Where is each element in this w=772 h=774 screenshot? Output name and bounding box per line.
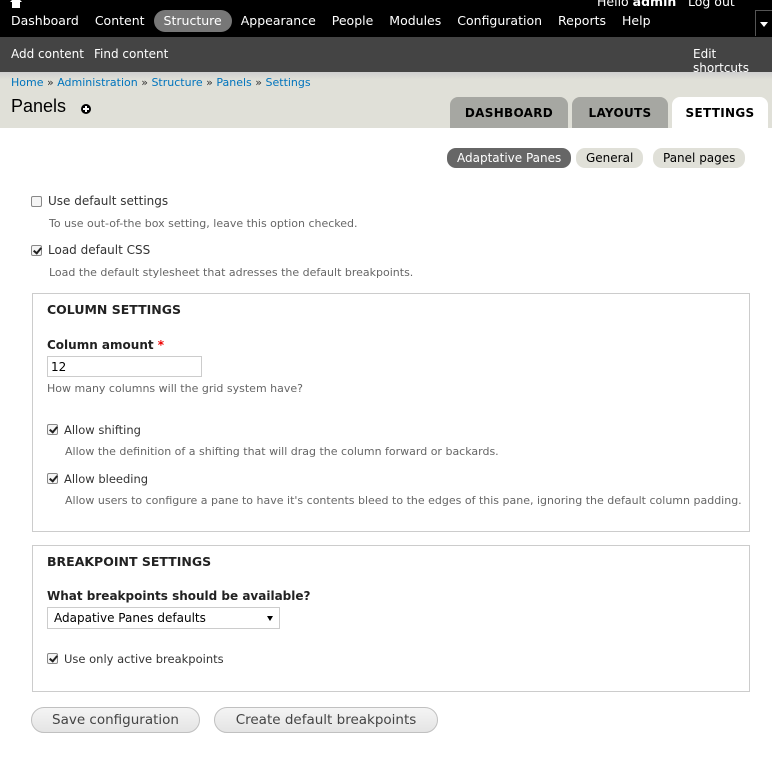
menu-item-appearance[interactable]: Appearance [233,10,324,32]
breakpoint-settings-legend: BREAKPOINT SETTINGS [47,554,212,569]
allow-shifting-label: Allow shifting [64,423,141,437]
logout-link[interactable]: Log out [688,0,735,9]
tab-layouts[interactable]: LAYOUTS [572,97,668,128]
breadcrumb-panels[interactable]: Panels [216,76,251,89]
breadcrumb-structure[interactable]: Structure [151,76,202,89]
breadcrumb-separator: » [46,76,54,89]
required-marker: * [157,338,165,352]
breadcrumb-settings[interactable]: Settings [266,76,311,89]
allow-bleeding-checkbox[interactable] [47,473,58,484]
home-icon[interactable] [10,0,22,8]
column-amount-label: Column amount * [47,338,164,352]
menu-item-modules[interactable]: Modules [381,10,449,32]
menu-item-structure[interactable]: Structure [153,10,232,32]
breadcrumb-separator: » [141,76,148,89]
subtab-panel-pages[interactable]: Panel pages [653,148,746,168]
menu-item-reports[interactable]: Reports [550,10,614,32]
column-amount-input[interactable] [47,356,202,377]
load-css-description: Load the default stylesheet that adresse… [49,266,414,279]
tab-dashboard[interactable]: DASHBOARD [450,97,568,128]
menu-item-people[interactable]: People [324,10,382,32]
column-amount-description: How many columns will the grid system ha… [47,382,303,395]
create-breakpoints-button[interactable]: Create default breakpoints [214,707,438,733]
tab-settings[interactable]: SETTINGS [672,97,768,128]
username-link[interactable]: admin [633,0,677,9]
breakpoints-select-value: Adapative Panes defaults [54,611,206,625]
breadcrumb-home[interactable]: Home [11,76,43,89]
admin-toolbar: Dashboard Content Structure Appearance P… [0,0,772,37]
menu-item-content[interactable]: Content [87,10,153,32]
active-breakpoints-label: Use only active breakpoints [64,652,224,666]
menu-item-help[interactable]: Help [614,10,659,32]
allow-shifting-checkbox[interactable] [47,424,58,435]
load-css-label: Load default CSS [48,243,151,257]
column-amount-label-text: Column amount [47,338,154,352]
use-default-description: To use out-of-the box setting, leave thi… [49,217,358,230]
add-shortcut-icon[interactable] [81,104,91,114]
shortcuts-bar: Add content Find content Edit shortcuts [0,37,772,75]
shortcuts-toggle[interactable] [755,10,772,36]
subtab-general[interactable]: General [576,148,644,168]
breakpoints-label: What breakpoints should be available? [47,589,311,603]
menu-item-dashboard[interactable]: Dashboard [0,10,87,32]
shortcut-add-content[interactable]: Add content [11,47,84,61]
shortcut-find-content[interactable]: Find content [94,47,168,61]
chevron-down-icon [760,22,768,27]
greeting-prefix: Hello [597,0,633,9]
column-settings-legend: COLUMN SETTINGS [47,302,181,317]
menu-item-configuration[interactable]: Configuration [449,10,550,32]
breakpoints-select[interactable]: Adapative Panes defaults [47,607,280,629]
dropdown-arrow-icon [267,616,273,621]
breadcrumb-separator: » [206,76,213,89]
breadcrumb-administration[interactable]: Administration [57,76,138,89]
edit-shortcuts-link[interactable]: Edit shortcuts [693,47,772,75]
allow-bleeding-label: Allow bleeding [64,472,149,486]
save-configuration-button[interactable]: Save configuration [31,707,200,733]
load-css-checkbox[interactable] [31,245,42,256]
user-greeting: Hello admin [597,0,676,9]
breadcrumb-separator: » [255,76,262,89]
use-default-checkbox[interactable] [31,196,42,207]
active-breakpoints-checkbox[interactable] [47,653,58,664]
page-title: Panels [11,96,67,116]
subtab-adaptative-panes[interactable]: Adaptative Panes [447,148,572,168]
use-default-label: Use default settings [48,194,169,208]
allow-bleeding-description: Allow users to configure a pane to have … [65,494,742,507]
breadcrumb: Home » Administration » Structure » Pane… [11,76,311,89]
allow-shifting-description: Allow the definition of a shifting that … [65,445,499,458]
toolbar-menu: Dashboard Content Structure Appearance P… [0,10,659,32]
